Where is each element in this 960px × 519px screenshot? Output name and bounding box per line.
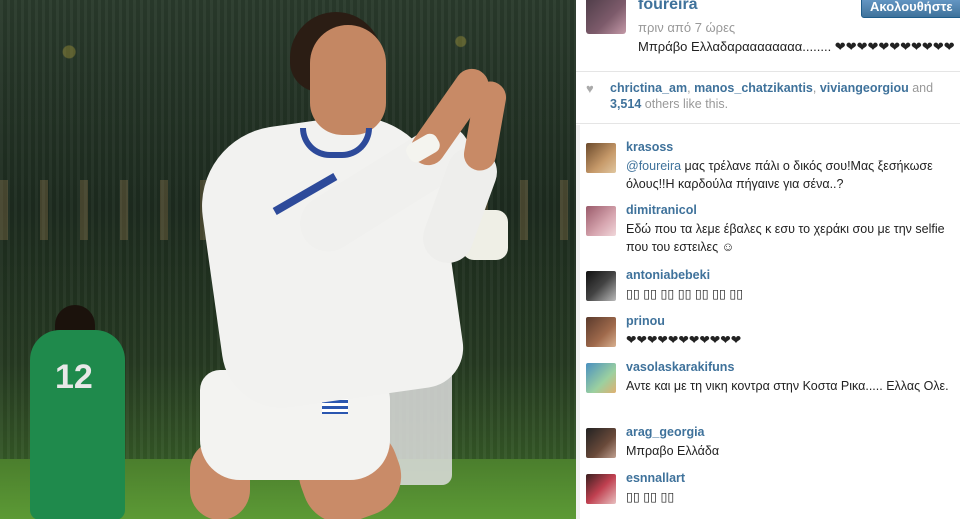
comment-username[interactable]: arag_georgia bbox=[626, 425, 705, 439]
likes-suffix: others like this. bbox=[644, 97, 729, 111]
commenter-avatar[interactable] bbox=[586, 363, 616, 393]
comment-text: Μπραβο Ελλάδα bbox=[626, 444, 720, 458]
likes-and: and bbox=[912, 81, 934, 95]
liker-link[interactable]: viviangeorgiou bbox=[820, 81, 909, 95]
divider bbox=[576, 71, 960, 72]
comment-username[interactable]: antoniabebeki bbox=[626, 268, 710, 282]
post-caption: Μπράβο Ελλαδαραααααααα........ ❤❤❤❤❤❤❤❤❤… bbox=[638, 39, 955, 54]
commenter-avatar[interactable] bbox=[586, 428, 616, 458]
post-sidebar: foureira πριν από 7 ώρες Ακολουθήστε Μπρ… bbox=[576, 0, 960, 519]
commenter-avatar[interactable] bbox=[586, 271, 616, 301]
comment-text: ❤❤❤❤❤❤❤❤❤❤❤ bbox=[626, 333, 742, 347]
comments-scrollbar[interactable] bbox=[576, 125, 580, 519]
post-photo[interactable]: 12 bbox=[0, 0, 576, 519]
owner-username[interactable]: foureira bbox=[638, 0, 698, 14]
divider bbox=[576, 123, 960, 124]
commenter-avatar[interactable] bbox=[586, 474, 616, 504]
comment-username[interactable]: prinou bbox=[626, 314, 665, 328]
comment-text: Αντε και με τη νικη κοντρα στην Κοστα Ρι… bbox=[626, 379, 949, 393]
comment-text: @foureira μας τρέλανε πάλι ο δικός σου!Μ… bbox=[626, 157, 956, 193]
comment-text: ▯▯ ▯▯ ▯▯ ▯▯ ▯▯ ▯▯ ▯▯ bbox=[626, 287, 744, 301]
comment-text: Εδώ που τα λεμε έβαλες κ εσυ το χεράκι σ… bbox=[626, 222, 945, 254]
owner-avatar[interactable] bbox=[586, 0, 626, 34]
follow-button[interactable]: Ακολουθήστε bbox=[861, 0, 960, 18]
commenter-avatar[interactable] bbox=[586, 206, 616, 236]
likes-summary: ♥ chrictina_am, manos_chatzikantis, vivi… bbox=[586, 80, 956, 112]
comment-username[interactable]: dimitranicol bbox=[626, 203, 697, 217]
comment-username[interactable]: vasolaskarakifuns bbox=[626, 360, 734, 374]
commenter-avatar[interactable] bbox=[586, 143, 616, 173]
jersey-number: 12 bbox=[55, 358, 93, 396]
comment-mention[interactable]: @foureira bbox=[626, 159, 681, 173]
commenter-avatar[interactable] bbox=[586, 317, 616, 347]
comment-username[interactable]: esnnallart bbox=[626, 471, 685, 485]
post-timestamp[interactable]: πριν από 7 ώρες bbox=[638, 20, 735, 35]
comment-text: ▯▯ ▯▯ ▯▯ bbox=[626, 490, 675, 504]
heart-icon[interactable]: ♥ bbox=[586, 81, 594, 97]
likes-count[interactable]: 3,514 bbox=[610, 97, 641, 111]
liker-link[interactable]: chrictina_am bbox=[610, 81, 687, 95]
likes-text: chrictina_am, manos_chatzikantis, vivian… bbox=[610, 81, 934, 111]
player-head bbox=[310, 25, 386, 135]
comment-username[interactable]: krasoss bbox=[626, 140, 673, 154]
liker-link[interactable]: manos_chatzikantis bbox=[694, 81, 813, 95]
